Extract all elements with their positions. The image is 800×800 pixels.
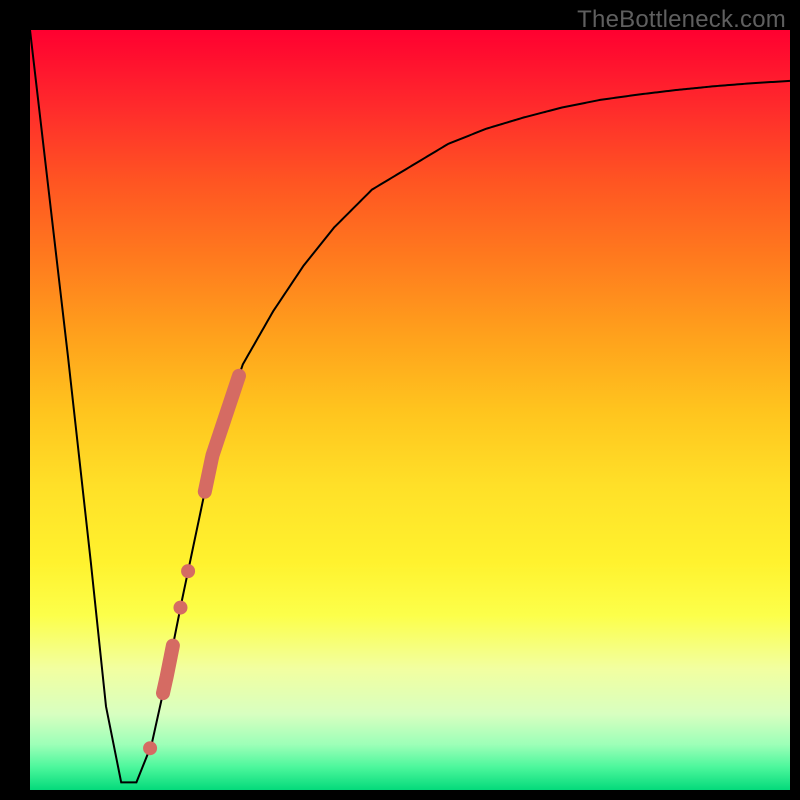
curve-marker-dot [173,601,187,615]
curve-marker-segment [205,376,239,492]
curve-marker-segment [163,646,173,694]
gradient-plot-area [30,30,790,790]
curve-marker-dot [181,564,195,578]
bottleneck-curve-svg [30,30,790,790]
curve-marker-dot [143,741,157,755]
watermark-text: TheBottleneck.com [577,6,786,34]
chart-frame: TheBottleneck.com [0,0,800,800]
bottleneck-curve [30,30,790,782]
